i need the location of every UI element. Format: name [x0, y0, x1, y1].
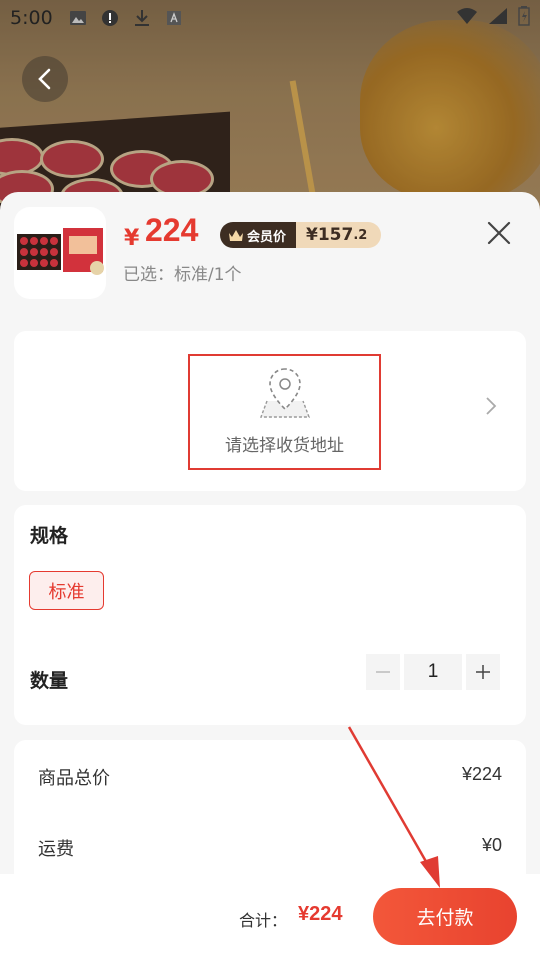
close-button[interactable]: [484, 218, 514, 248]
status-time: 5:00: [10, 7, 53, 29]
member-price: ¥157: [306, 225, 354, 245]
status-bar: 5:00: [0, 0, 540, 36]
decrement-button[interactable]: [366, 654, 400, 690]
close-icon: [487, 221, 511, 245]
pay-button[interactable]: 去付款: [373, 888, 517, 945]
quantity-value[interactable]: 1: [404, 654, 462, 690]
signal-icon: [488, 7, 508, 29]
download-notification-icon: [133, 9, 151, 27]
total-value: ¥224: [298, 903, 343, 925]
spec-option-standard[interactable]: 标准: [29, 571, 104, 610]
spec-title: 规格: [30, 525, 69, 547]
selected-variant-text: 已选：标准/1个: [123, 265, 242, 285]
image-notification-icon: [69, 9, 87, 27]
address-selector[interactable]: 请选择收货地址: [14, 331, 526, 491]
total-label: 合计：: [239, 911, 288, 930]
price-currency: ¥: [124, 226, 140, 251]
back-arrow-icon: [38, 68, 51, 90]
alert-notification-icon: [101, 9, 119, 27]
plus-icon: [476, 665, 490, 679]
address-placeholder: 请选择收货地址: [225, 436, 344, 456]
subtotal-label: 商品总价: [38, 768, 110, 789]
address-highlight-box: 请选择收货地址: [188, 354, 381, 470]
spec-card: 规格 标准 数量 1: [14, 505, 526, 725]
increment-button[interactable]: [466, 654, 500, 690]
purchase-sheet: ¥ 224 会员价 ¥157.2 已选：标准/1个 请选择收货地址 规格 标准 …: [0, 192, 540, 960]
wifi-icon: [456, 7, 478, 29]
quantity-stepper: 1: [366, 654, 500, 690]
quantity-label: 数量: [30, 670, 69, 692]
keyboard-notification-icon: [165, 9, 183, 27]
member-price-badge: 会员价 ¥157.2: [220, 222, 382, 248]
chevron-right-icon: [486, 397, 497, 415]
minus-icon: [376, 671, 390, 673]
crown-icon: [229, 229, 243, 241]
checkout-bar: 合计： ¥224 去付款: [0, 874, 540, 960]
subtotal-value: ¥224: [461, 764, 502, 784]
product-price: 224: [145, 212, 199, 248]
location-pin-icon: [259, 368, 310, 418]
battery-icon: [518, 6, 530, 30]
summary-row-shipping: 运费 ¥0: [38, 835, 502, 861]
summary-row-subtotal: 商品总价 ¥224: [38, 764, 502, 790]
product-thumbnail: [14, 207, 106, 299]
member-price-decimal: .2: [353, 227, 368, 243]
shipping-label: 运费: [38, 839, 74, 860]
shipping-value: ¥0: [481, 835, 502, 855]
back-button[interactable]: [22, 56, 68, 102]
member-label: 会员价: [247, 229, 287, 245]
